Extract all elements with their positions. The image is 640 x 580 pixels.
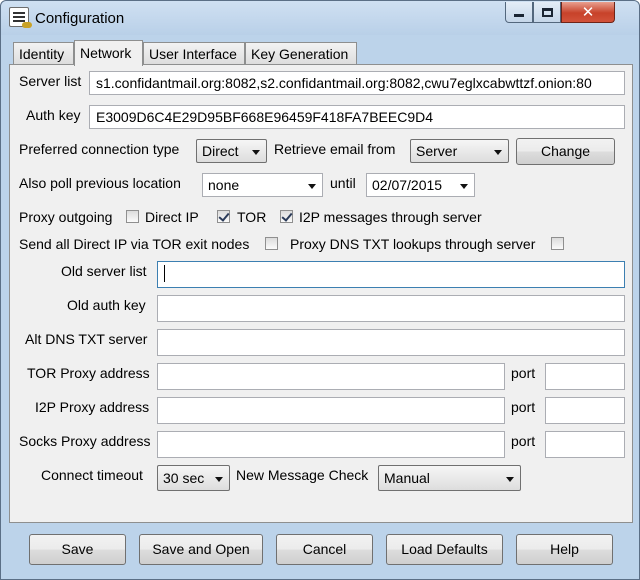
direct-ip-label: Direct IP	[145, 209, 199, 225]
minimize-icon	[514, 14, 524, 17]
i2p-port-label: port	[511, 399, 536, 415]
network-panel: Server list s1.confidantmail.org:8082,s2…	[9, 64, 633, 523]
maximize-icon	[541, 7, 553, 17]
i2p-label: I2P messages through server	[299, 209, 482, 225]
chevron-down-icon	[494, 150, 502, 155]
title-bar[interactable]: Configuration ✕	[1, 1, 639, 35]
maximize-button[interactable]	[533, 2, 561, 23]
proxy-dns-checkbox[interactable]	[551, 237, 564, 250]
old-server-list-input[interactable]	[157, 261, 625, 288]
tor-proxy-input[interactable]	[157, 363, 505, 390]
help-button[interactable]: Help	[516, 534, 613, 565]
minimize-button[interactable]	[505, 2, 533, 23]
tab-network[interactable]: Network	[74, 40, 143, 66]
socks-port-label: port	[511, 433, 536, 449]
new-message-check-select[interactable]: Manual	[378, 465, 521, 491]
save-button[interactable]: Save	[29, 534, 126, 565]
new-message-check-value: Manual	[384, 470, 430, 486]
tor-port-label: port	[511, 365, 536, 381]
old-server-list-label: Old server list	[61, 263, 147, 279]
tab-identity[interactable]: Identity	[13, 42, 74, 65]
send-all-direct-checkbox[interactable]	[265, 237, 278, 250]
connect-timeout-value: 30 sec	[163, 470, 205, 486]
save-and-open-button[interactable]: Save and Open	[139, 534, 263, 565]
i2p-checkbox[interactable]	[280, 210, 293, 223]
i2p-port-input[interactable]	[545, 397, 625, 424]
server-list-label: Server list	[19, 73, 82, 89]
until-date-picker[interactable]: 02/07/2015	[366, 173, 475, 197]
retrieve-email-label: Retrieve email from	[274, 141, 396, 157]
chevron-down-icon	[460, 184, 468, 189]
auth-key-input[interactable]: E3009D6C4E29D95BF668E96459F418FA7BEEC9D4	[89, 105, 625, 129]
chevron-down-icon	[215, 477, 223, 482]
old-auth-key-input[interactable]	[157, 295, 625, 322]
retrieve-email-value: Server	[416, 143, 458, 159]
preferred-connection-select[interactable]: Direct	[196, 139, 267, 163]
proxy-outgoing-label: Proxy outgoing	[19, 209, 113, 225]
tab-key-generation[interactable]: Key Generation	[245, 42, 357, 65]
old-auth-key-label: Old auth key	[67, 297, 146, 313]
alt-dns-label: Alt DNS TXT server	[25, 331, 148, 347]
send-all-direct-label: Send all Direct IP via TOR exit nodes	[19, 236, 250, 252]
chevron-down-icon	[252, 150, 260, 155]
change-button[interactable]: Change	[516, 138, 615, 165]
tor-proxy-label: TOR Proxy address	[27, 365, 150, 381]
window-title: Configuration	[35, 10, 125, 27]
close-button[interactable]: ✕	[561, 2, 615, 23]
chevron-down-icon	[308, 184, 316, 189]
i2p-proxy-label: I2P Proxy address	[35, 399, 150, 415]
server-list-input[interactable]: s1.confidantmail.org:8082,s2.confidantma…	[89, 71, 625, 95]
connect-timeout-select[interactable]: 30 sec	[157, 465, 230, 491]
socks-port-input[interactable]	[545, 431, 625, 458]
tor-checkbox[interactable]	[217, 210, 230, 223]
preferred-connection-label: Preferred connection type	[19, 141, 180, 157]
proxy-dns-label: Proxy DNS TXT lookups through server	[290, 236, 536, 252]
until-label: until	[330, 175, 356, 191]
until-date-value: 02/07/2015	[372, 177, 443, 193]
retrieve-email-select[interactable]: Server	[410, 139, 509, 163]
close-icon: ✕	[581, 2, 595, 21]
also-poll-select[interactable]: none	[202, 173, 323, 197]
new-message-check-label: New Message Check	[236, 467, 369, 483]
socks-proxy-input[interactable]	[157, 431, 505, 458]
also-poll-label: Also poll previous location	[19, 175, 181, 191]
preferred-connection-value: Direct	[202, 143, 239, 159]
tab-user-interface[interactable]: User Interface	[143, 42, 245, 65]
tor-label: TOR	[237, 209, 267, 225]
alt-dns-input[interactable]	[157, 329, 625, 356]
connect-timeout-label: Connect timeout	[41, 467, 143, 483]
cancel-button[interactable]: Cancel	[276, 534, 373, 565]
tor-port-input[interactable]	[545, 363, 625, 390]
chevron-down-icon	[506, 477, 514, 482]
load-defaults-button[interactable]: Load Defaults	[386, 534, 503, 565]
app-icon[interactable]	[9, 7, 32, 28]
i2p-proxy-input[interactable]	[157, 397, 505, 424]
text-cursor	[164, 265, 165, 282]
also-poll-value: none	[208, 177, 240, 193]
configuration-window: Configuration ✕ Identity Network User In…	[0, 0, 640, 580]
socks-proxy-label: Socks Proxy address	[19, 433, 151, 449]
auth-key-label: Auth key	[26, 107, 81, 123]
direct-ip-checkbox[interactable]	[126, 210, 139, 223]
